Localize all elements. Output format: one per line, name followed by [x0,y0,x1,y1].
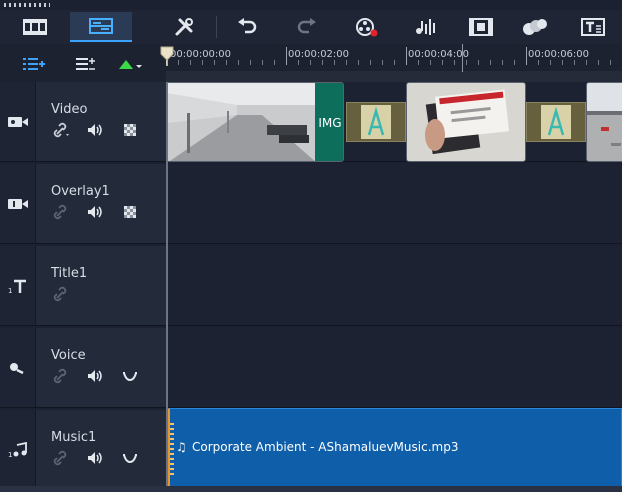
ripple-editing-button[interactable] [114,53,144,75]
track-header-title1[interactable]: 1 Title1 [0,246,166,326]
lane-title1[interactable] [166,246,622,326]
track-header-voice[interactable]: Voice [0,328,166,408]
playhead-handle[interactable] [160,46,174,66]
record-capture-button[interactable] [338,12,396,42]
clip-thumbnail [587,83,622,161]
track-name: Music1 [51,430,97,445]
title-editor-icon [581,18,605,36]
volume-icon[interactable] [86,204,106,220]
mask-creator-button[interactable] [506,12,564,42]
track-name: Voice [51,348,86,363]
music-clip[interactable]: ♫ Corporate Ambient - AShamaluevMusic.mp… [166,408,622,488]
track-header-overlay1[interactable]: Overlay1 [0,164,166,244]
link-icon[interactable] [52,450,72,466]
wave-icon[interactable] [120,450,140,466]
sound-mixer-icon [416,19,435,35]
undo-button[interactable] [218,12,276,42]
track-name: Overlay1 [51,184,110,199]
checker-icon[interactable] [120,204,140,220]
overlay-track-icon [7,198,28,209]
toolbox-icon [175,18,193,36]
redo-button[interactable] [278,12,336,42]
auto-music-icon [469,18,493,36]
track-header-music1[interactable]: 1 Music1 [0,410,166,490]
timeline-ruler[interactable]: 00:00:00:00 00:00:02:00 00:00:04:00 00:0… [160,44,622,82]
video-clip[interactable]: IMG [166,82,344,162]
ruler-label: 00:00:00:00 [170,49,232,60]
clip-thumbnail [407,83,525,161]
volume-icon[interactable] [86,450,106,466]
transition-clip[interactable] [346,102,406,142]
ruler-label: 00:00:06:00 [528,49,590,60]
video-track-icon [7,116,28,127]
sound-mixer-button[interactable] [398,12,456,42]
mask-creator-icon [523,19,547,35]
svg-text:1: 1 [8,287,12,294]
auto-music-button[interactable] [452,12,510,42]
ruler-label: 00:00:02:00 [288,49,350,60]
lane-overlay1[interactable] [166,164,622,244]
toolbox-button[interactable] [156,12,214,42]
title-track-icon: 1 [8,279,26,294]
lane-voice[interactable] [166,328,622,408]
track-name: Title1 [51,266,88,281]
transition-thumbnail [347,103,405,141]
video-clip[interactable] [586,82,622,162]
link-icon[interactable] [52,204,72,220]
track-header-video[interactable]: Video [0,82,166,162]
timeline-view-button[interactable] [70,12,132,42]
timeline-lanes[interactable]: IMG ♫ Corporate Ambient - AShamaluevMusi… [166,82,622,492]
wave-icon[interactable] [120,368,140,384]
storyboard-view-icon [23,19,47,35]
horizontal-scrollbar[interactable] [0,486,622,492]
track-name: Video [51,102,88,117]
transition-clip[interactable] [526,102,586,142]
add-remove-chapter-button[interactable] [72,53,98,75]
storyboard-view-button[interactable] [6,12,64,42]
checker-icon[interactable] [120,122,140,138]
volume-icon[interactable] [86,368,106,384]
music-note-icon: ♫ [176,440,187,454]
undo-icon [238,18,257,34]
svg-text:1: 1 [8,451,12,458]
ruler-label: 00:00:04:00 [408,49,470,60]
track-headers: Video Overlay1 1 Title1 Voice 1 Music1 [0,82,166,492]
redo-icon [297,18,316,34]
panel-grip[interactable] [4,3,50,7]
timeline-subbar [0,44,166,82]
link-icon[interactable] [52,368,72,384]
ripple-editing-icon [119,60,142,69]
track-manager-icon [23,58,45,70]
link-icon[interactable] [52,122,72,138]
video-clip[interactable] [406,82,526,162]
title-editor-button[interactable] [564,12,622,42]
lane-video[interactable]: IMG [166,82,622,162]
mouse-position-line [462,44,463,72]
volume-icon[interactable] [86,122,106,138]
add-remove-chapter-icon [76,58,95,70]
track-manager-button[interactable] [20,53,48,75]
record-capture-icon [356,18,378,37]
main-toolbar [0,10,622,44]
clip-label: IMG [318,116,342,130]
voice-track-icon [9,362,24,374]
timeline-view-icon [89,18,113,34]
link-icon[interactable] [52,286,72,302]
clip-thumbnail [167,83,317,161]
music-clip-label: Corporate Ambient - AShamaluevMusic.mp3 [192,440,459,454]
playhead-line [166,82,168,492]
music-track-icon: 1 [8,441,27,458]
transition-thumbnail [527,103,585,141]
